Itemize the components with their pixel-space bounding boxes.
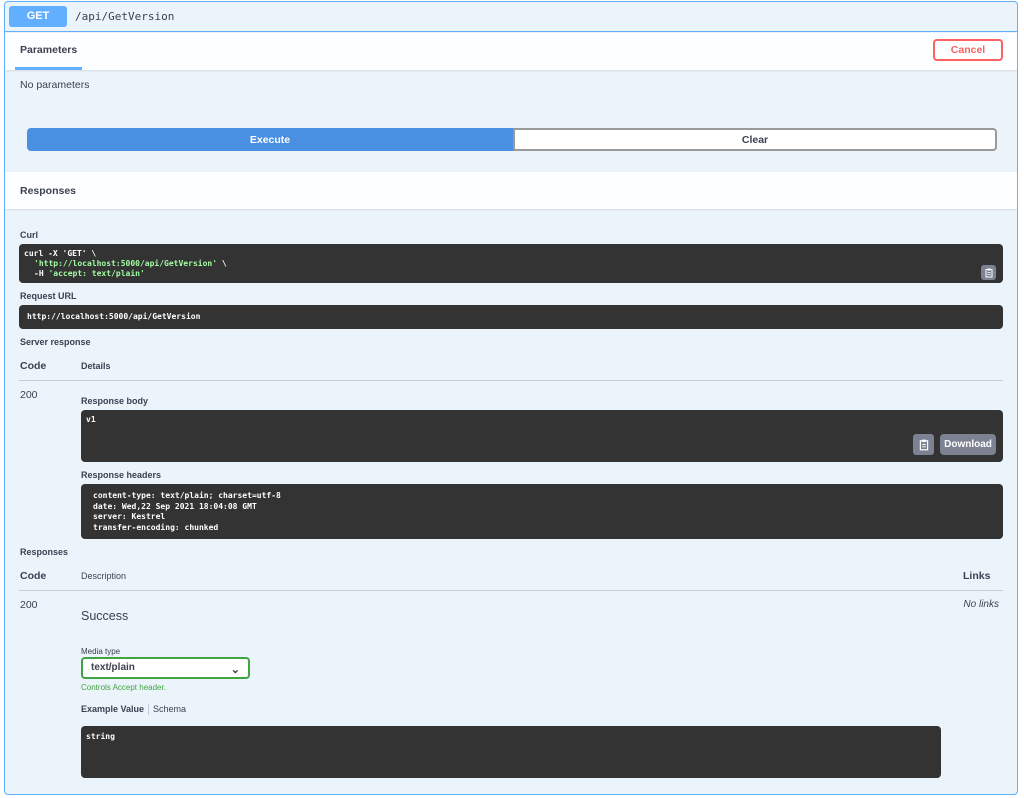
curl-line-1: curl -X 'GET' \ (24, 249, 97, 258)
tab-schema[interactable]: Schema (153, 704, 186, 714)
clipboard-icon[interactable] (981, 265, 996, 280)
curl-label: Curl (20, 230, 38, 240)
example-value[interactable]: string (81, 726, 941, 778)
responses-title: Responses (20, 185, 77, 197)
col-header-code: Code (20, 570, 47, 582)
request-url-value[interactable]: http://localhost:5000/api/GetVersion (19, 305, 1003, 329)
curl-line-2-suffix: \ (217, 259, 227, 268)
tab-example-value[interactable]: Example Value (81, 704, 144, 714)
response-headers-label: Response headers (81, 470, 162, 480)
response-header-line: transfer-encoding: chunked (93, 522, 219, 532)
tab-separator (148, 704, 150, 716)
responses-header: Responses (5, 172, 1017, 209)
operation-path: /api/GetVersion (75, 10, 175, 23)
col-header-code: Code (20, 360, 47, 372)
controls-accept-note: Controls Accept header. (81, 683, 166, 692)
media-type-select[interactable]: text/plain ⌄ (81, 657, 250, 679)
operation-summary[interactable]: GET /api/GetVersion (5, 2, 1017, 32)
links-value: No links (963, 599, 999, 610)
cancel-button[interactable]: Cancel (933, 39, 1003, 61)
response-header-line: date: Wed,22 Sep 2021 18:04:08 GMT (93, 501, 257, 511)
curl-url: 'http://localhost:5000/api/GetVersion' (34, 259, 218, 268)
curl-line-2: 'http://localhost:5000/api/GetVersion' \ (24, 259, 998, 269)
execute-button[interactable]: Execute (27, 128, 513, 151)
media-type-value: text/plain (91, 662, 135, 673)
divider (19, 590, 1003, 591)
response-code: 200 (20, 389, 38, 401)
operation-block: GET /api/GetVersion Parameters Cancel No… (4, 1, 1018, 795)
download-button[interactable]: Download (940, 434, 996, 455)
no-parameters-text: No parameters (20, 79, 90, 91)
response-code: 200 (20, 599, 38, 611)
curl-header-flag: -H (34, 269, 49, 278)
tab-parameters[interactable]: Parameters (15, 33, 83, 70)
col-header-description: Description (81, 571, 127, 581)
curl-command[interactable]: curl -X 'GET' \ 'http://localhost:5000/a… (19, 244, 1003, 283)
chevron-down-icon: ⌄ (230, 664, 240, 676)
curl-line-3: -H 'accept: text/plain' (24, 269, 998, 279)
response-description: Success (81, 609, 129, 623)
media-type-label: Media type (81, 647, 121, 656)
method-badge: GET (9, 6, 67, 27)
request-url-label: Request URL (20, 291, 77, 301)
col-header-details: Details (81, 361, 111, 371)
response-body[interactable]: v1 Download (81, 410, 1003, 462)
response-body-label: Response body (81, 396, 149, 406)
execute-wrapper: Execute Clear (27, 128, 997, 151)
col-header-links: Links (963, 570, 991, 582)
tab-parameters-label: Parameters (20, 44, 78, 56)
curl-header-value: 'accept: text/plain' (48, 269, 145, 278)
response-headers[interactable]: content-type: text/plain; charset=utf-8 … (81, 484, 1003, 539)
response-header-line: server: Kestrel (93, 512, 166, 521)
server-response-label: Server response (20, 337, 91, 347)
clear-button[interactable]: Clear (513, 128, 997, 151)
responses-label: Responses (20, 547, 69, 557)
parameters-header: Parameters Cancel (5, 33, 1017, 70)
example-tabs: Example Value Schema (81, 704, 186, 716)
clipboard-icon[interactable] (913, 434, 934, 455)
divider (19, 380, 1003, 381)
response-body-text: v1 (86, 415, 96, 424)
response-header-line: content-type: text/plain; charset=utf-8 (93, 491, 281, 500)
